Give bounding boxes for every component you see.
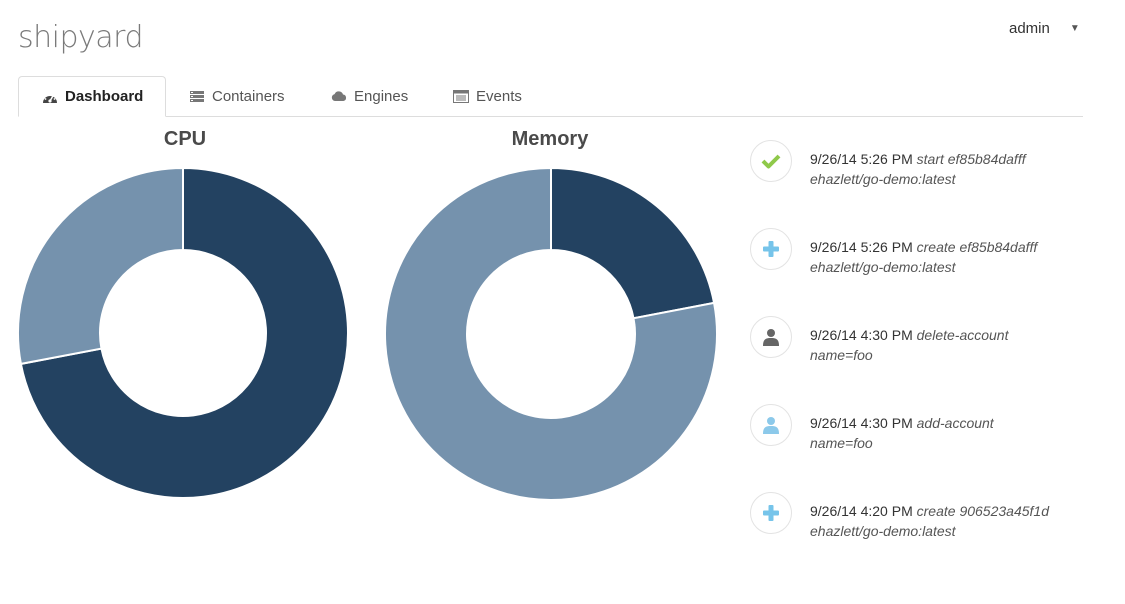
tab-label: Engines — [354, 87, 409, 105]
plus-icon — [750, 492, 792, 534]
event-time: 9/26/14 5:26 PM — [810, 239, 913, 255]
event-item[interactable]: 9/26/14 4:30 PM add-account name=foo — [748, 402, 1108, 490]
event-time: 9/26/14 4:30 PM — [810, 415, 913, 431]
event-detail: ehazlett/go-demo:latest — [810, 523, 956, 539]
event-action: create ef85b84dafff — [916, 239, 1038, 255]
cpu-donut-chart — [17, 166, 349, 499]
event-action: create 906523a45f1d — [916, 503, 1049, 519]
user-icon — [750, 316, 792, 358]
user-name: admin — [1009, 20, 1050, 37]
event-item[interactable]: 9/26/14 5:26 PM start ef85b84dafff ehazl… — [748, 138, 1108, 226]
memory-chart-title: Memory — [511, 128, 589, 150]
event-list: 9/26/14 5:26 PM start ef85b84dafff ehazl… — [748, 138, 1108, 578]
tab-label: Events — [476, 87, 522, 105]
event-detail: ehazlett/go-demo:latest — [810, 171, 956, 187]
event-time: 9/26/14 4:20 PM — [810, 503, 913, 519]
event-action: start ef85b84dafff — [916, 151, 1026, 167]
donut-slice-1[interactable] — [17, 166, 184, 366]
plus-icon — [750, 228, 792, 270]
cpu-chart-title: CPU — [163, 128, 207, 150]
event-time: 9/26/14 4:30 PM — [810, 327, 913, 343]
tab-dashboard[interactable]: Dashboard — [18, 76, 167, 117]
event-item[interactable]: 9/26/14 4:20 PM create 906523a45f1d ehaz… — [748, 490, 1108, 578]
tab-containers[interactable]: Containers — [188, 76, 285, 116]
user-menu[interactable]: admin ▼ — [1009, 20, 1080, 37]
tab-engines[interactable]: Engines — [330, 76, 408, 116]
event-action: add-account — [916, 415, 994, 431]
event-action: delete-account — [916, 327, 1009, 343]
app-logo[interactable]: shipyard — [18, 20, 144, 55]
event-time: 9/26/14 5:26 PM — [810, 151, 913, 167]
tab-events[interactable]: Events — [452, 76, 522, 116]
memory-donut-chart — [384, 166, 718, 501]
tab-label: Containers — [212, 87, 285, 105]
event-item[interactable]: 9/26/14 5:26 PM create ef85b84dafff ehaz… — [748, 226, 1108, 314]
check-icon — [750, 140, 792, 182]
events-icon — [452, 89, 470, 103]
tab-label: Dashboard — [65, 88, 144, 105]
user-add-icon — [750, 404, 792, 446]
event-detail: name=foo — [810, 435, 873, 451]
donut-slice-0[interactable] — [550, 166, 716, 320]
containers-icon — [188, 89, 206, 103]
chevron-down-icon: ▼ — [1069, 23, 1080, 34]
cloud-icon — [330, 89, 348, 103]
nav-tabs: Dashboard Containers Engines Events — [18, 76, 1083, 117]
event-item[interactable]: 9/26/14 4:30 PM delete-account name=foo — [748, 314, 1108, 402]
dashboard-icon — [41, 90, 59, 104]
event-detail: name=foo — [810, 347, 873, 363]
event-detail: ehazlett/go-demo:latest — [810, 259, 956, 275]
